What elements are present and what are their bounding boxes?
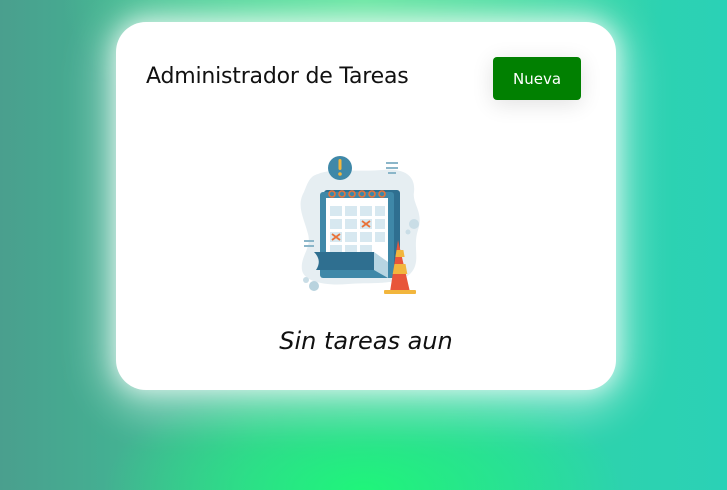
- calendar-traffic-cone-icon: [300, 156, 420, 294]
- page-title: Administrador de Tareas: [146, 64, 409, 89]
- empty-state-message: Sin tareas aun: [279, 327, 453, 355]
- new-task-button[interactable]: Nueva: [493, 57, 581, 100]
- task-manager-card: Administrador de Tareas Nueva Sin tareas…: [116, 22, 616, 390]
